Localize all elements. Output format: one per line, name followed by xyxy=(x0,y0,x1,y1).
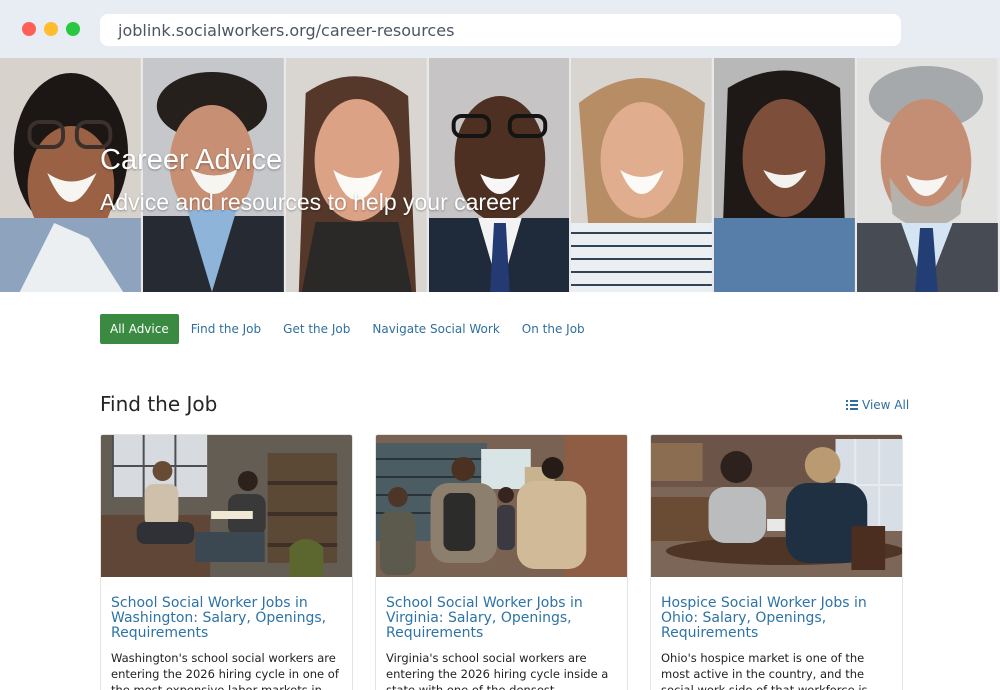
tab-navigate-social-work[interactable]: Navigate Social Work xyxy=(362,314,509,344)
portrait-image xyxy=(571,58,715,292)
tab-find-the-job[interactable]: Find the Job xyxy=(181,314,271,344)
article-excerpt: Washington's school social workers are e… xyxy=(111,651,339,690)
advice-category-tabs: All Advice Find the Job Get the Job Navi… xyxy=(100,314,597,344)
tab-on-the-job[interactable]: On the Job xyxy=(512,314,595,344)
article-card[interactable]: School Social Worker Jobs in Virginia: S… xyxy=(375,434,628,690)
hero-banner: Career Advice Advice and resources to he… xyxy=(0,58,1000,292)
portrait-image xyxy=(857,58,1000,292)
list-icon xyxy=(846,400,858,410)
portrait-image xyxy=(428,58,572,292)
portrait-image xyxy=(285,58,429,292)
url-text: joblink.socialworkers.org/career-resourc… xyxy=(118,20,455,40)
article-title[interactable]: Hospice Social Worker Jobs in Ohio: Sala… xyxy=(661,596,891,641)
article-excerpt: Ohio's hospice market is one of the most… xyxy=(661,651,868,690)
browser-toolbar: joblink.socialworkers.org/career-resourc… xyxy=(0,0,1000,58)
article-title[interactable]: School Social Worker Jobs in Washington:… xyxy=(111,596,341,641)
view-all-link[interactable]: View All xyxy=(846,398,909,412)
hero-title: Career Advice xyxy=(100,144,283,176)
article-image xyxy=(376,435,627,577)
article-title[interactable]: School Social Worker Jobs in Virginia: S… xyxy=(386,596,616,641)
tab-get-the-job[interactable]: Get the Job xyxy=(273,314,360,344)
tab-all-advice[interactable]: All Advice xyxy=(100,314,179,344)
maximize-window-icon[interactable] xyxy=(66,22,80,36)
view-all-label: View All xyxy=(862,398,910,412)
page-content: Career Advice Advice and resources to he… xyxy=(0,58,1000,690)
article-card[interactable]: School Social Worker Jobs in Washington:… xyxy=(100,434,353,690)
article-image xyxy=(651,435,902,577)
close-window-icon[interactable] xyxy=(22,22,36,36)
address-bar[interactable]: joblink.socialworkers.org/career-resourc… xyxy=(100,14,901,46)
hero-subtitle: Advice and resources to help your career xyxy=(100,189,520,215)
portrait-image xyxy=(714,58,858,292)
minimize-window-icon[interactable] xyxy=(44,22,58,36)
article-card[interactable]: Hospice Social Worker Jobs in Ohio: Sala… xyxy=(650,434,903,690)
article-image xyxy=(101,435,352,577)
article-excerpt: Virginia's school social workers are ent… xyxy=(386,651,609,690)
section-title: Find the Job xyxy=(100,392,218,416)
